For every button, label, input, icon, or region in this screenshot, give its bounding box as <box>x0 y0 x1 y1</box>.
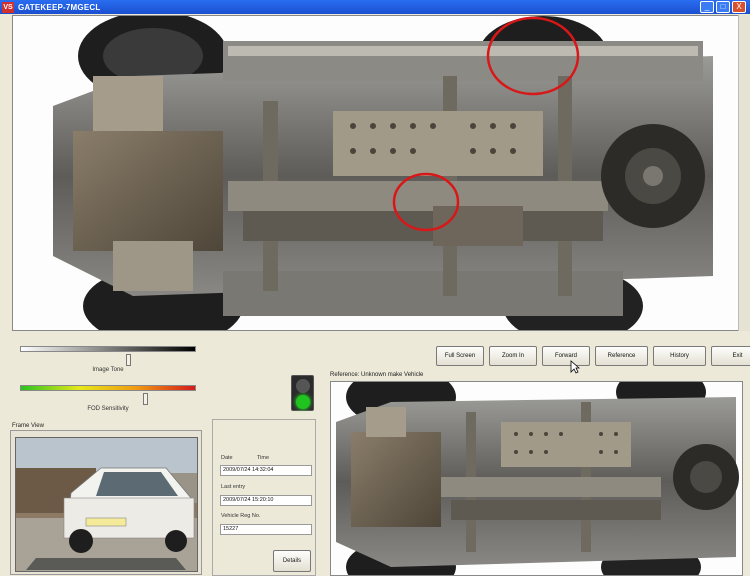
fod-sensitivity-label: FOD Sensitivity <box>87 406 129 412</box>
traffic-light-indicator <box>291 375 314 411</box>
frame-view-title: Frame View <box>12 423 44 429</box>
window-controls: _ □ X <box>700 1 746 13</box>
vehicle-reg-field: 15227 <box>220 524 312 535</box>
image-tone-label: Image Tone <box>92 367 124 373</box>
reference-button[interactable]: Reference <box>595 346 648 366</box>
forward-button[interactable]: Forward <box>542 346 590 366</box>
app-icon: VS <box>2 1 14 13</box>
reference-view-title: Reference: Unknown make Vehicle <box>330 372 424 378</box>
date-label: Date <box>221 455 233 461</box>
main-view-scrollbar[interactable] <box>738 15 750 331</box>
vehicle-reg-label: Vehicle Reg No. <box>221 513 261 519</box>
time-label: Time <box>257 455 270 461</box>
reference-view[interactable] <box>330 381 743 576</box>
toolbar: Full Screen Zoom In Forward Reference Hi… <box>436 346 750 366</box>
vehicle-photo[interactable] <box>15 437 198 572</box>
image-tone-track[interactable] <box>20 346 196 352</box>
window-title: GATEKEEP-7MGECL <box>18 2 101 12</box>
close-button[interactable]: X <box>732 1 746 13</box>
image-tone-slider[interactable]: Image Tone <box>20 346 196 374</box>
last-entry-label: Last entry <box>221 484 246 490</box>
entry-info-panel: Date Time 2009/07/24 14:32:04 Last entry… <box>212 419 316 576</box>
details-button[interactable]: Details <box>273 550 311 572</box>
exit-button[interactable]: Exit <box>711 346 750 366</box>
reference-undercarriage-image <box>331 382 742 575</box>
history-button[interactable]: History <box>653 346 706 366</box>
undercarriage-main-view[interactable] <box>12 15 748 331</box>
minimize-button[interactable]: _ <box>700 1 714 13</box>
green-lamp-icon <box>296 395 310 409</box>
red-lamp-icon <box>296 379 310 393</box>
fod-sensitivity-track[interactable] <box>20 385 196 391</box>
last-entry-field: 2009/07/24 15:20:10 <box>220 495 312 506</box>
zoom-in-button[interactable]: Zoom In <box>489 346 537 366</box>
title-bar: VS GATEKEEP-7MGECL _ □ X <box>0 0 750 14</box>
frame-view-panel <box>10 430 202 575</box>
full-screen-button[interactable]: Full Screen <box>436 346 484 366</box>
fod-sensitivity-slider[interactable]: FOD Sensitivity <box>20 385 196 413</box>
maximize-button[interactable]: □ <box>716 1 730 13</box>
undercarriage-image <box>13 16 747 330</box>
image-tone-thumb[interactable] <box>126 354 132 366</box>
mouse-cursor-icon <box>570 360 580 374</box>
fod-sensitivity-thumb[interactable] <box>143 393 149 405</box>
entry-datetime-field: 2009/07/24 14:32:04 <box>220 465 312 476</box>
